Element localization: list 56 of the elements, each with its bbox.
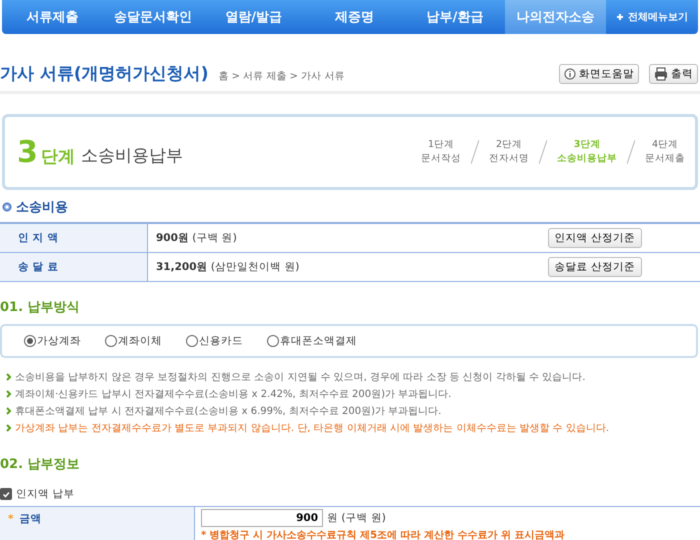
nav-tab[interactable]: 열람/발급 bbox=[203, 0, 304, 34]
nav-tab[interactable]: 송달문서확인 bbox=[102, 0, 204, 34]
field-label: 금액 bbox=[20, 513, 42, 525]
radio-option[interactable]: 신용카드 bbox=[186, 334, 243, 348]
amount-text: 900원 bbox=[156, 232, 189, 244]
row-label: 송 달 료 bbox=[0, 252, 148, 282]
amount-words: (구백 원) bbox=[192, 232, 237, 244]
breadcrumb: 홈 > 서류 제출 > 가사 서류 bbox=[218, 70, 346, 82]
note-text: 휴대폰소액결제 납부 시 전자결제수수료(소송비용 x 6.99%, 최저수수료 200원)가 부과됩니다. bbox=[15, 405, 442, 418]
required-mark: * bbox=[8, 513, 14, 525]
step-indicator: 1단계 문서작성 bbox=[421, 138, 461, 166]
info-icon bbox=[564, 68, 576, 80]
chevron-icon bbox=[6, 390, 12, 398]
amount-text: 31,200원 bbox=[156, 261, 208, 273]
unit-text: 원 (구백 원) bbox=[327, 511, 386, 525]
section-heading: 01. 납부방식 bbox=[0, 299, 81, 316]
step-title: 소송비용납부 bbox=[80, 144, 184, 166]
section-heading: 소송비용 bbox=[16, 199, 68, 216]
amount-input[interactable]: 900 bbox=[201, 509, 323, 527]
step-indicator: 2단계 전자서명 bbox=[489, 138, 529, 166]
checkbox[interactable] bbox=[0, 488, 12, 500]
radio-option[interactable]: 계좌이체 bbox=[105, 334, 162, 348]
printer-icon bbox=[654, 66, 668, 80]
step-indicator: 3단계 소송비용납부 bbox=[557, 138, 617, 166]
help-button[interactable]: 화면도움말 bbox=[559, 64, 639, 84]
all-menu-link[interactable]: 전체메뉴보기 bbox=[606, 0, 698, 34]
note-text: 소송비용을 납부하지 않은 경우 보정절차의 진행으로 소송이 지연될 수 있으며, 경우에 따라 소장 등 신청이 각하될 수 있습니다. bbox=[15, 371, 586, 384]
radio-button[interactable] bbox=[267, 335, 279, 347]
warning-text: 가상계좌 납부는 전자결제수수료가 별도로 부과되지 않습니다. 단, 타은행 이체거래 시에 발생하는 이체수수료는 발생할 수 있습니다. bbox=[15, 422, 610, 435]
amount-words: (삼만일천이백 원) bbox=[210, 261, 300, 273]
radio-option[interactable]: 휴대폰소액결제 bbox=[267, 334, 357, 348]
chevron-icon bbox=[6, 373, 12, 381]
nav-tab[interactable]: 제증명 bbox=[304, 0, 405, 34]
chevron-icon bbox=[6, 424, 12, 432]
bullet-icon bbox=[2, 202, 12, 212]
nav-tab[interactable]: 서류제출 bbox=[2, 0, 103, 34]
radio-button[interactable] bbox=[24, 335, 36, 347]
radio-option[interactable]: 가상계좌 bbox=[24, 334, 81, 348]
row-label: 인 지 액 bbox=[0, 223, 148, 252]
nav-tab[interactable]: 납부/환급 bbox=[404, 0, 506, 34]
page-title: 가사 서류(개명허가신청서) bbox=[0, 63, 208, 85]
note-text: 계좌이체·신용카드 납부시 전자결제수수료(소송비용 x 2.42%, 최저수수료 200원)가 부과됩니다. bbox=[15, 388, 452, 401]
criteria-button[interactable]: 인지액 산정기준 bbox=[548, 228, 642, 248]
step-unit: 단계 bbox=[40, 146, 75, 168]
radio-button[interactable] bbox=[105, 335, 117, 347]
plus-icon bbox=[616, 13, 624, 21]
checkmark-icon bbox=[2, 490, 10, 498]
radio-button[interactable] bbox=[186, 335, 198, 347]
checkbox-option[interactable]: 인지액 납부 bbox=[0, 487, 700, 501]
chevron-icon bbox=[6, 407, 12, 415]
print-button[interactable]: 출력 bbox=[649, 64, 698, 84]
warning-text: * 병합청구 시 가사소송수수료규칙 제5조에 따라 계산한 수수료가 위 표시금액과 bbox=[201, 529, 566, 540]
step-indicator: 4단계 문서제출 bbox=[645, 138, 685, 166]
step-number: 3 bbox=[17, 134, 38, 170]
criteria-button[interactable]: 송달료 산정기준 bbox=[548, 257, 642, 277]
section-heading: 02. 납부정보 bbox=[0, 456, 81, 473]
